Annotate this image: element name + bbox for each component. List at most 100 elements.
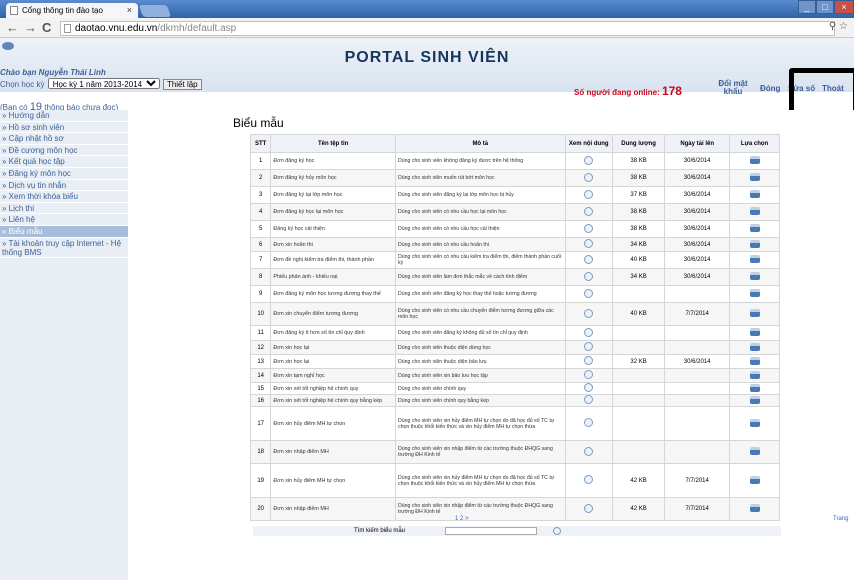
view-icon[interactable] xyxy=(584,383,594,392)
sidebar-item-results[interactable]: » Kết quả học tập xyxy=(0,156,128,168)
row-desc: Dùng cho sinh viên có nhu cầu học cải th… xyxy=(395,220,566,238)
sidebar-item-exams[interactable]: » Lịch thi xyxy=(0,203,128,215)
view-icon[interactable] xyxy=(584,239,594,248)
sidebar-item-update-profile[interactable]: » Cập nhật hồ sơ xyxy=(0,133,128,145)
print-icon[interactable] xyxy=(749,272,760,280)
print-icon[interactable] xyxy=(749,255,760,263)
view-icon[interactable] xyxy=(584,271,594,281)
table-row: 13 Đơn xin học lại Dùng cho sinh viên thuộ… xyxy=(249,354,780,369)
view-icon[interactable] xyxy=(584,223,594,233)
print-icon[interactable] xyxy=(749,173,760,181)
greeting: Chào bạn Nguyễn Thái Linh xyxy=(0,68,106,77)
view-icon[interactable] xyxy=(584,475,594,484)
row-stt: 1 xyxy=(249,152,272,170)
row-name: Đơn xin nhập điểm MH xyxy=(270,440,397,464)
table-row: 7 Đơn đề nghị kiểm tra điểm thi, thành ph… xyxy=(249,251,780,269)
back-icon[interactable]: ← xyxy=(6,20,19,36)
view-icon[interactable] xyxy=(584,446,594,456)
view-icon[interactable] xyxy=(584,206,594,216)
print-icon[interactable] xyxy=(749,239,760,248)
sidebar-item-internet-account[interactable]: » Tài khoản truy cập Internet - Hệ thống… xyxy=(0,238,128,258)
view-icon[interactable] xyxy=(584,356,594,365)
view-icon[interactable] xyxy=(584,254,594,264)
row-stt: 12 xyxy=(249,340,272,355)
maximize-button[interactable]: □ xyxy=(816,0,834,14)
table-row: 5 Đăng ký học cải thiện Dùng cho sinh viên… xyxy=(249,220,780,238)
row-size: 42 KB xyxy=(611,463,666,498)
sidebar-item-messages[interactable]: » Dịch vụ tin nhắn xyxy=(0,180,128,192)
print-icon[interactable] xyxy=(749,370,760,379)
row-desc: Dùng cho sinh viên đăng ký học thay thế … xyxy=(395,285,566,303)
sidebar-item-register[interactable]: » Đăng ký môn học xyxy=(0,168,128,180)
row-date: 30/6/2014 xyxy=(664,268,731,286)
print-icon[interactable] xyxy=(749,328,760,336)
col-select: Lựa chọn xyxy=(729,134,780,153)
row-view xyxy=(564,302,613,326)
forward-icon[interactable]: → xyxy=(24,20,37,36)
print-icon[interactable] xyxy=(749,156,760,164)
print-icon[interactable] xyxy=(749,224,760,232)
search-icon[interactable] xyxy=(553,527,561,535)
row-stt: 13 xyxy=(249,354,272,369)
print-icon[interactable] xyxy=(749,504,760,512)
sidebar-item-contact[interactable]: » Liên hệ xyxy=(0,214,128,226)
print-icon[interactable] xyxy=(749,447,760,455)
view-icon[interactable] xyxy=(584,395,594,404)
view-icon[interactable] xyxy=(584,189,594,199)
sidebar-item-syllabus[interactable]: » Đề cương môn học xyxy=(0,145,128,157)
row-stt: 8 xyxy=(249,268,272,286)
browser-tab[interactable]: Cổng thông tin đào tạo × xyxy=(6,3,138,18)
row-view xyxy=(564,394,613,407)
col-view: Xem nội dung xyxy=(564,134,613,153)
row-desc: Dùng cho sinh viên xin hủy điểm MH tự ch… xyxy=(395,406,566,441)
row-stt: 17 xyxy=(249,406,272,441)
print-icon[interactable] xyxy=(749,395,760,404)
row-select xyxy=(729,302,780,326)
print-icon[interactable] xyxy=(749,383,760,392)
view-icon[interactable] xyxy=(584,155,594,165)
pagination[interactable]: 1 2 > xyxy=(455,516,469,522)
term-select[interactable]: Học kỳ 1 năm 2013-2014 xyxy=(47,78,160,89)
row-view xyxy=(564,382,613,395)
close-link[interactable]: Đóng xyxy=(760,84,780,93)
row-view xyxy=(564,152,613,170)
sidebar-item-forms[interactable]: » Biểu mẫu xyxy=(0,225,128,238)
sidebar-item-profile[interactable]: » Hồ sơ sinh viên xyxy=(0,122,128,134)
print-icon[interactable] xyxy=(749,289,760,297)
view-icon[interactable] xyxy=(584,342,594,351)
print-icon[interactable] xyxy=(749,356,760,365)
table-row: 20 Đơn xin nhập điểm MH Dùng cho sinh viên… xyxy=(249,497,780,521)
view-icon[interactable] xyxy=(584,503,594,513)
minimize-button[interactable]: _ xyxy=(798,0,816,14)
apply-term-button[interactable]: Thiết lập xyxy=(162,79,202,90)
print-icon[interactable] xyxy=(749,418,760,427)
view-icon[interactable] xyxy=(584,327,594,337)
search-input[interactable] xyxy=(445,527,537,535)
print-icon[interactable] xyxy=(749,475,760,484)
view-icon[interactable] xyxy=(584,172,594,182)
view-icon[interactable] xyxy=(584,288,594,298)
view-icon[interactable] xyxy=(584,418,594,427)
window-close-button[interactable]: × xyxy=(834,0,854,14)
print-icon[interactable] xyxy=(749,342,760,351)
close-tab-icon[interactable]: × xyxy=(127,3,132,18)
print-icon[interactable] xyxy=(749,309,760,317)
sidebar-item-timetable[interactable]: » Xem thời khóa biểu xyxy=(0,191,128,203)
url-input[interactable]: daotao.vnu.edu.vn/dkmh/default.asp xyxy=(60,21,835,36)
view-icon[interactable] xyxy=(584,370,594,379)
row-date xyxy=(664,368,731,383)
row-name: Đơn xin nhập điểm MH xyxy=(270,497,397,521)
reload-icon[interactable]: C xyxy=(42,20,51,36)
row-select xyxy=(729,440,780,464)
change-password-link[interactable]: Đổi mật khẩu xyxy=(716,80,750,96)
print-icon[interactable] xyxy=(749,207,760,215)
row-date xyxy=(664,285,731,303)
view-icon[interactable] xyxy=(584,308,594,318)
print-icon[interactable] xyxy=(749,190,760,198)
row-name: Đăng ký học cải thiện xyxy=(270,220,397,238)
zoom-icon[interactable]: ⚲ xyxy=(829,21,836,32)
row-size: 34 KB xyxy=(611,237,666,252)
new-tab-button[interactable] xyxy=(138,5,172,17)
sidebar-item-guide[interactable]: » Hướng dẫn xyxy=(0,110,128,122)
star-icon[interactable]: ☆ xyxy=(839,21,848,32)
